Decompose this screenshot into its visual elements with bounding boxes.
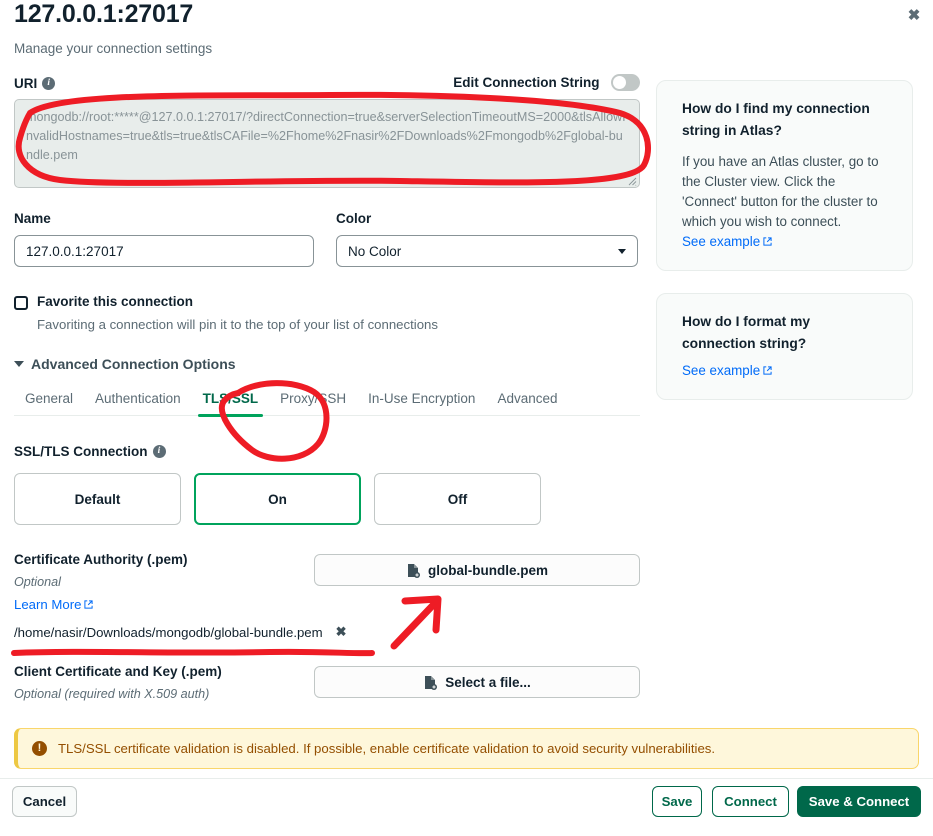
certificate-authority-file-button-label: global-bundle.pem <box>428 562 548 578</box>
remove-certificate-icon[interactable]: ✖ <box>336 624 347 640</box>
page-title: 127.0.0.1:27017 <box>14 0 194 28</box>
footer-divider <box>0 778 933 779</box>
ssl-option-on[interactable]: On <box>194 473 361 525</box>
color-field-group: Color No Color <box>336 210 638 267</box>
favorite-connection-row[interactable]: Favorite this connection <box>14 294 640 310</box>
edit-connection-string-label: Edit Connection String <box>453 75 600 90</box>
tls-validation-warning-banner: ! TLS/SSL certificate validation is disa… <box>14 728 919 769</box>
warning-icon: ! <box>32 741 47 756</box>
connection-settings-dialog: ✖ 127.0.0.1:27017 Manage your connection… <box>0 0 933 836</box>
name-field-group: Name 127.0.0.1:27017 <box>14 210 314 267</box>
name-input[interactable]: 127.0.0.1:27017 <box>14 235 314 267</box>
help-card-heading: How do I find my connection string in At… <box>682 101 870 138</box>
uri-header-row: URI i Edit Connection String <box>14 74 640 92</box>
cancel-button[interactable]: Cancel <box>12 786 77 817</box>
see-example-label: See example <box>682 363 761 378</box>
uri-label: URI <box>14 75 38 91</box>
ssl-tls-connection-label: SSL/TLS Connection <box>14 444 148 459</box>
info-icon[interactable]: i <box>152 445 166 458</box>
connect-button[interactable]: Connect <box>712 786 789 817</box>
file-upload-icon <box>423 675 438 690</box>
warning-text: TLS/SSL certificate validation is disabl… <box>58 741 716 756</box>
color-select-value: No Color <box>348 243 402 259</box>
save-and-connect-button[interactable]: Save & Connect <box>797 786 921 817</box>
see-example-link[interactable]: See example <box>682 234 772 249</box>
certificate-authority-file-button[interactable]: global-bundle.pem <box>314 554 640 586</box>
file-upload-icon <box>406 563 420 578</box>
favorite-help-text: Favoriting a connection will pin it to t… <box>37 317 438 332</box>
learn-more-label: Learn More <box>14 597 82 612</box>
client-certificate-file-button[interactable]: Select a file... <box>314 666 640 698</box>
tab-authentication[interactable]: Authentication <box>84 391 192 415</box>
ssl-option-off[interactable]: Off <box>374 473 541 525</box>
certificate-authority-block: Certificate Authority (.pem) Optional Le… <box>14 552 640 640</box>
certificate-authority-path: /home/nasir/Downloads/mongodb/global-bun… <box>14 624 323 640</box>
advanced-tabs: General Authentication TLS/SSL Proxy/SSH… <box>14 391 640 417</box>
uri-value: mongodb://root:*****@127.0.0.1:27017/?di… <box>26 110 626 162</box>
close-icon[interactable]: ✖ <box>898 0 930 30</box>
help-card-body: If you have an Atlas cluster, go to the … <box>682 154 879 229</box>
info-icon[interactable]: i <box>42 76 56 90</box>
favorite-label: Favorite this connection <box>37 294 194 309</box>
tab-tls-ssl[interactable]: TLS/SSL <box>192 391 270 417</box>
settings-form: URI i Edit Connection String mongodb://r… <box>14 74 640 701</box>
ssl-option-default[interactable]: Default <box>14 473 181 525</box>
name-color-row: Name 127.0.0.1:27017 Color No Color <box>14 210 640 267</box>
client-certificate-block: Client Certificate and Key (.pem) Option… <box>14 664 640 701</box>
name-label: Name <box>14 211 51 226</box>
color-select[interactable]: No Color <box>336 235 638 267</box>
see-example-link[interactable]: See example <box>682 363 772 378</box>
tab-general[interactable]: General <box>14 391 84 415</box>
chevron-down-icon <box>618 248 626 254</box>
uri-textarea[interactable]: mongodb://root:*****@127.0.0.1:27017/?di… <box>14 99 640 188</box>
tab-advanced[interactable]: Advanced <box>486 391 568 415</box>
favorite-checkbox[interactable] <box>14 296 28 310</box>
help-card-format-connection-string: How do I format my connection string? Se… <box>656 293 913 400</box>
certificate-authority-selected-file: /home/nasir/Downloads/mongodb/global-bun… <box>14 624 640 640</box>
edit-connection-string-group: Edit Connection String <box>453 74 640 92</box>
external-link-icon <box>763 237 772 246</box>
help-card-heading: How do I format my connection string? <box>682 314 811 351</box>
tab-in-use-encryption[interactable]: In-Use Encryption <box>357 391 486 415</box>
page-subtitle: Manage your connection settings <box>14 41 213 56</box>
external-link-icon <box>84 600 94 609</box>
ssl-tls-connection-label-group: SSL/TLS Connection i <box>14 444 166 459</box>
save-button[interactable]: Save <box>652 786 702 817</box>
toggle-knob <box>613 76 626 90</box>
advanced-connection-options-label: Advanced Connection Options <box>31 356 236 372</box>
resize-grip-icon[interactable] <box>628 177 637 186</box>
help-card-atlas-connection-string: How do I find my connection string in At… <box>656 80 913 271</box>
advanced-connection-options-toggle[interactable]: Advanced Connection Options <box>14 356 236 372</box>
color-label: Color <box>336 211 372 226</box>
help-sidebar: How do I find my connection string in At… <box>656 80 913 400</box>
tab-proxy-ssh[interactable]: Proxy/SSH <box>269 391 357 415</box>
edit-connection-string-toggle[interactable] <box>611 74 640 92</box>
client-certificate-file-button-label: Select a file... <box>445 674 531 690</box>
ssl-tls-connection-options: Default On Off <box>14 473 640 525</box>
see-example-label: See example <box>682 234 761 249</box>
uri-label-group: URI i <box>14 75 56 91</box>
chevron-down-icon <box>14 361 24 367</box>
learn-more-link[interactable]: Learn More <box>14 597 94 612</box>
external-link-icon <box>763 366 772 375</box>
